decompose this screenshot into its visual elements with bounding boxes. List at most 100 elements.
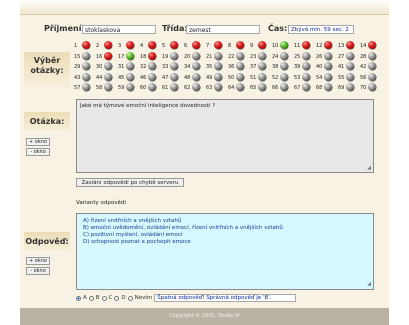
question-button-51[interactable]: 51	[250, 72, 274, 82]
question-button-54[interactable]: 54	[316, 72, 340, 82]
question-button-57[interactable]: 57	[74, 82, 98, 92]
question-button-33[interactable]: 33	[162, 61, 186, 71]
question-button-70[interactable]: 70	[360, 82, 384, 92]
radio-d[interactable]	[114, 295, 120, 301]
radio-dont-know-label: Nevím	[134, 295, 153, 301]
question-button-28[interactable]: 28	[360, 51, 384, 61]
question-button-19[interactable]: 19	[162, 51, 186, 61]
question-button-26[interactable]: 26	[316, 51, 340, 61]
question-button-22[interactable]: 22	[228, 51, 252, 61]
question-button-15[interactable]: 15	[74, 51, 98, 61]
question-button-61[interactable]: 61	[162, 82, 186, 92]
status-ball-icon	[104, 51, 112, 60]
question-button-49[interactable]: 49	[206, 72, 230, 82]
question-button-66[interactable]: 66	[272, 82, 296, 92]
question-minus-window-button[interactable]: - okno	[26, 148, 50, 156]
question-button-60[interactable]: 60	[140, 82, 164, 92]
status-ball-icon	[324, 62, 332, 70]
question-button-23[interactable]: 23	[250, 51, 274, 61]
resize-grip-icon[interactable]: ◢	[367, 281, 371, 288]
question-button-36[interactable]: 36	[228, 61, 252, 71]
question-button-16[interactable]: 16	[96, 51, 120, 61]
question-button-40[interactable]: 40	[316, 61, 340, 71]
question-button-65[interactable]: 65	[250, 82, 274, 92]
question-button-39[interactable]: 39	[294, 61, 318, 71]
question-number: 36	[228, 64, 235, 70]
radio-dont-know[interactable]	[127, 295, 133, 301]
question-plus-window-button[interactable]: + okno	[26, 138, 50, 146]
question-button-20[interactable]: 20	[184, 51, 208, 61]
status-ball-icon	[192, 62, 200, 70]
question-button-50[interactable]: 50	[228, 72, 252, 82]
resize-grip-icon[interactable]: ◢	[367, 165, 371, 171]
question-button-43[interactable]: 43	[74, 72, 98, 82]
question-number: 49	[206, 74, 213, 81]
question-button-13[interactable]: 13	[338, 40, 362, 50]
question-button-1[interactable]: 1	[74, 40, 98, 50]
question-button-41[interactable]: 41	[338, 61, 362, 71]
question-button-8[interactable]: 8	[228, 40, 252, 50]
question-button-69[interactable]: 69	[338, 82, 362, 92]
radio-a-label: A	[83, 295, 87, 301]
status-ball-icon	[214, 51, 222, 60]
question-button-56[interactable]: 56	[360, 72, 384, 82]
question-button-38[interactable]: 38	[272, 61, 296, 71]
answer-minus-window-button[interactable]: - okno	[26, 267, 50, 275]
question-button-48[interactable]: 48	[184, 72, 208, 82]
question-button-31[interactable]: 31	[118, 61, 142, 71]
question-button-55[interactable]: 55	[338, 72, 362, 82]
send-answers-button[interactable]: Zaslání odpovědí po chybě serveru	[76, 178, 184, 187]
question-button-52[interactable]: 52	[272, 72, 296, 82]
question-button-45[interactable]: 45	[118, 72, 142, 82]
radio-b[interactable]	[88, 295, 94, 301]
radio-a[interactable]	[76, 295, 81, 301]
question-button-59[interactable]: 59	[118, 82, 142, 92]
question-number: 46	[140, 74, 147, 81]
question-button-62[interactable]: 62	[184, 82, 208, 92]
question-button-30[interactable]: 30	[96, 61, 120, 71]
question-button-29[interactable]: 29	[74, 61, 98, 71]
surname-field[interactable]: stoklaskova	[82, 25, 156, 34]
status-ball-icon	[214, 62, 222, 70]
question-button-35[interactable]: 35	[206, 61, 230, 71]
question-button-67[interactable]: 67	[294, 82, 318, 92]
question-button-68[interactable]: 68	[316, 82, 340, 92]
question-button-5[interactable]: 5	[162, 40, 186, 50]
question-button-18[interactable]: 18	[140, 51, 164, 61]
question-button-25[interactable]: 25	[294, 51, 318, 61]
question-button-63[interactable]: 63	[206, 82, 230, 92]
question-button-24[interactable]: 24	[272, 51, 296, 61]
question-button-3[interactable]: 3	[118, 40, 142, 50]
question-button-47[interactable]: 47	[162, 72, 186, 82]
question-button-4[interactable]: 4	[140, 40, 164, 50]
question-button-6[interactable]: 6	[184, 40, 208, 50]
question-button-9[interactable]: 9	[250, 40, 274, 50]
question-button-64[interactable]: 64	[228, 82, 252, 92]
question-button-10[interactable]: 10	[272, 40, 296, 50]
question-button-53[interactable]: 53	[294, 72, 318, 82]
question-button-2[interactable]: 2	[96, 40, 120, 50]
status-ball-icon	[192, 83, 200, 91]
question-button-17[interactable]: 17	[118, 51, 142, 61]
question-button-27[interactable]: 27	[338, 51, 362, 61]
radio-c[interactable]	[101, 295, 107, 301]
question-number: 68	[316, 85, 323, 91]
question-button-34[interactable]: 34	[184, 61, 208, 71]
question-button-46[interactable]: 46	[140, 72, 164, 82]
question-button-37[interactable]: 37	[250, 61, 274, 71]
question-button-14[interactable]: 14	[360, 40, 384, 50]
question-button-58[interactable]: 58	[96, 82, 120, 92]
question-button-32[interactable]: 32	[140, 61, 164, 71]
status-ball-icon	[280, 72, 288, 81]
question-button-44[interactable]: 44	[96, 72, 120, 82]
question-button-42[interactable]: 42	[360, 61, 384, 71]
class-field[interactable]: zemest	[186, 25, 260, 34]
status-ball-icon	[302, 51, 310, 60]
question-button-11[interactable]: 11	[294, 40, 318, 50]
question-button-21[interactable]: 21	[206, 51, 230, 61]
question-number: 70	[360, 85, 367, 91]
question-button-7[interactable]: 7	[206, 40, 230, 50]
answer-plus-window-button[interactable]: + okno	[26, 257, 50, 265]
question-button-12[interactable]: 12	[316, 40, 340, 50]
status-ball-icon	[258, 62, 266, 70]
